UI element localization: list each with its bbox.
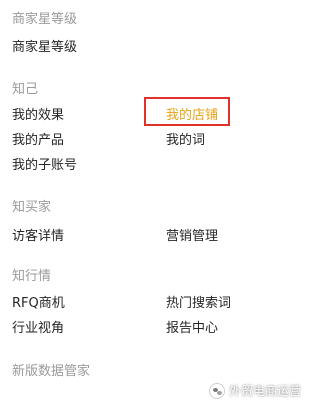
section-title-merchant-star-level: 商家星等级 (12, 12, 78, 27)
section-title-know-buyers: 知买家 (12, 200, 52, 215)
menu-item-marketing-management[interactable]: 营销管理 (166, 229, 218, 245)
menu-item-my-keywords[interactable]: 我的词 (166, 133, 205, 149)
wechat-icon (208, 382, 225, 399)
menu-item-industry-perspective[interactable]: 行业视角 (12, 321, 64, 337)
menu-item-my-store[interactable]: 我的店铺 (166, 108, 218, 124)
menu-item-rfq-opportunities[interactable]: RFQ商机 (12, 296, 65, 312)
menu-item-report-center[interactable]: 报告中心 (166, 321, 218, 337)
watermark-text: 外贸电商运营 (228, 384, 301, 398)
menu-item-hot-search-terms[interactable]: 热门搜索词 (166, 296, 231, 312)
section-title-new-data-manager: 新版数据管家 (12, 364, 91, 379)
menu-item-my-sub-accounts[interactable]: 我的子账号 (12, 158, 77, 174)
menu-item-visitor-details[interactable]: 访客详情 (12, 229, 64, 245)
menu-item-my-products[interactable]: 我的产品 (12, 133, 64, 149)
section-title-know-yourself: 知己 (12, 82, 39, 97)
watermark: 外贸电商运营 (208, 382, 301, 399)
menu-item-my-performance[interactable]: 我的效果 (12, 108, 64, 124)
section-title-know-market: 知行情 (12, 269, 52, 284)
menu-item-merchant-star-level[interactable]: 商家星等级 (12, 40, 77, 56)
